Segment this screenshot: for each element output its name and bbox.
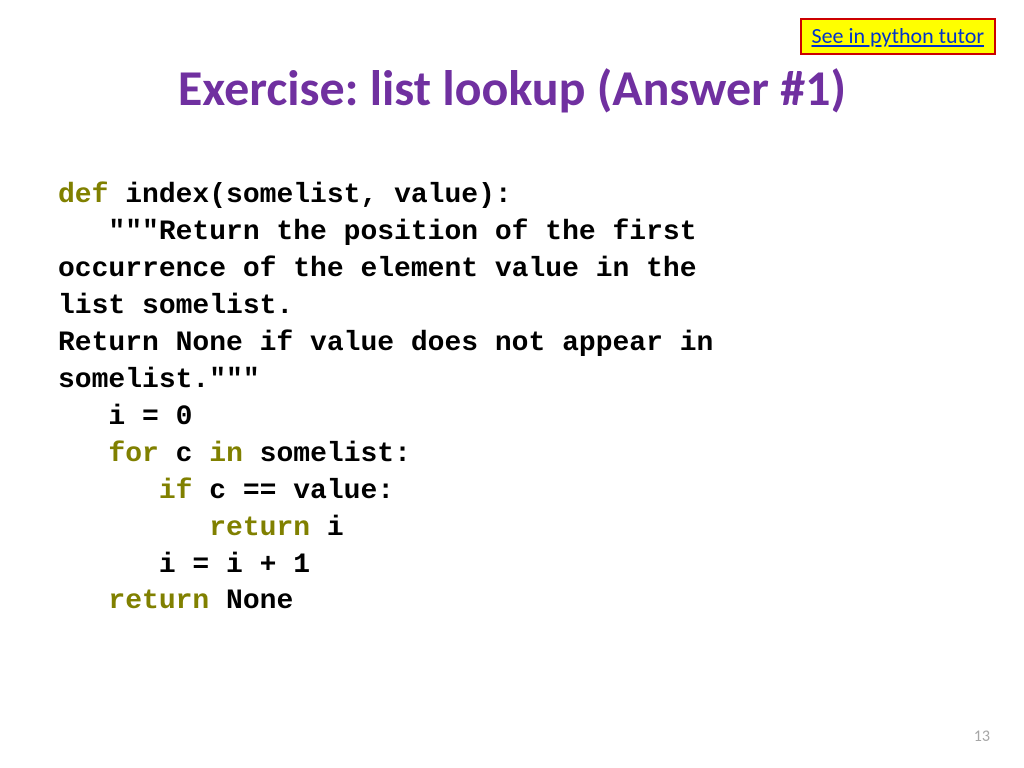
code-line: i = 0: [58, 402, 192, 433]
slide-title: Exercise: list lookup (Answer #1): [0, 58, 1024, 119]
code-indent: [58, 439, 108, 470]
keyword-if: if: [159, 476, 193, 507]
docstring-line: list somelist.: [58, 291, 293, 322]
code-block: def index(somelist, value): """Return th…: [58, 178, 713, 621]
code-text: None: [209, 586, 293, 617]
code-signature: index(somelist, value):: [108, 180, 511, 211]
docstring-line: occurrence of the element value in the: [58, 254, 697, 285]
keyword-def: def: [58, 180, 108, 211]
docstring-line: Return None if value does not appear in: [58, 328, 713, 359]
code-indent: [58, 476, 159, 507]
code-indent: [58, 513, 209, 544]
docstring-line: """Return the position of the first: [58, 217, 697, 248]
page-number: 13: [974, 727, 990, 746]
code-text: c: [159, 439, 209, 470]
keyword-for: for: [108, 439, 158, 470]
keyword-return: return: [209, 513, 310, 544]
keyword-return: return: [108, 586, 209, 617]
code-indent: [58, 586, 108, 617]
code-text: i: [310, 513, 344, 544]
code-line: i = i + 1: [58, 550, 310, 581]
keyword-in: in: [209, 439, 243, 470]
docstring-line: somelist.""": [58, 365, 260, 396]
code-text: somelist:: [243, 439, 411, 470]
python-tutor-link[interactable]: See in python tutor: [812, 22, 985, 49]
python-tutor-link-box[interactable]: See in python tutor: [800, 18, 997, 55]
code-text: c == value:: [192, 476, 394, 507]
